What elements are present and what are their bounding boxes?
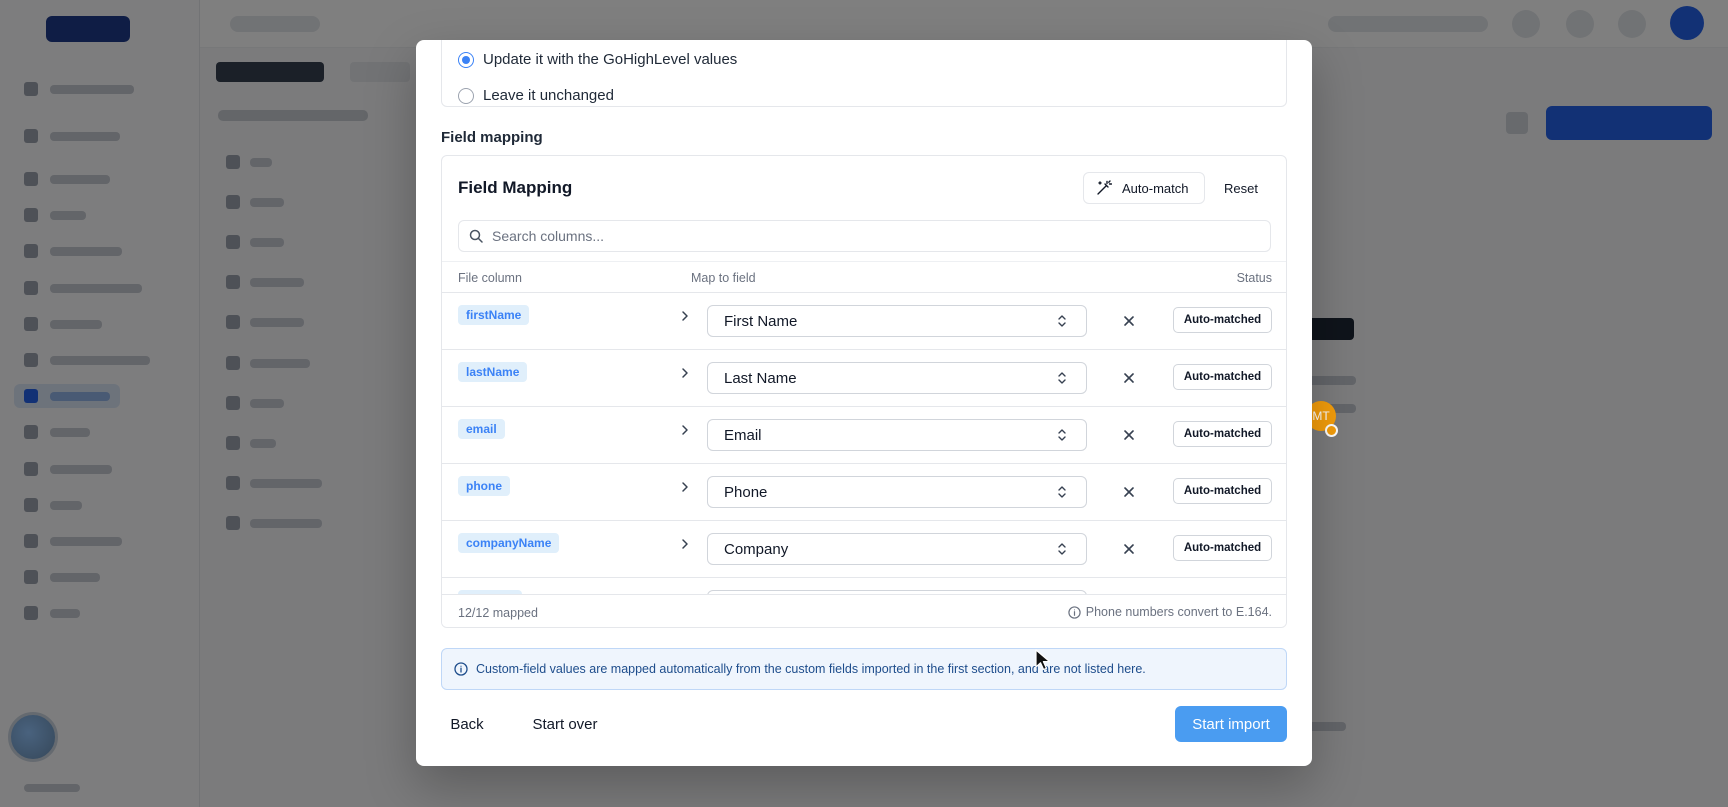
file-column-badge: phone — [458, 476, 510, 496]
table-row: email Email Auto-matched — [442, 407, 1286, 464]
info-icon — [1068, 605, 1081, 619]
field-mapping-title: Field Mapping — [458, 178, 573, 197]
chevron-right-icon — [682, 482, 688, 492]
chevrons-up-down-icon — [1058, 372, 1066, 384]
col-map-to-field: Map to field — [691, 271, 756, 285]
auto-match-button[interactable]: Auto-match — [1083, 172, 1205, 204]
field-select[interactable]: Phone — [707, 476, 1087, 508]
radio-update[interactable]: Update it with the GoHighLevel values — [458, 51, 737, 68]
chevrons-up-down-icon — [1058, 429, 1066, 441]
auto-match-label: Auto-match — [1122, 180, 1189, 196]
clear-mapping-icon[interactable] — [1122, 485, 1136, 499]
chevrons-up-down-icon — [1058, 315, 1066, 327]
field-select-value: Phone — [724, 483, 768, 501]
radio-leave[interactable]: Leave it unchanged — [458, 87, 614, 104]
mapping-table-body[interactable]: firstName First Name Auto-matched lastNa… — [442, 293, 1286, 594]
table-row: lastName Last Name Auto-matched — [442, 350, 1286, 407]
field-select-value: Last Name — [724, 369, 797, 387]
chevron-right-icon — [682, 425, 688, 435]
table-row: phone Phone Auto-matched — [442, 464, 1286, 521]
file-column-badge: firstName — [458, 305, 530, 325]
file-column-badge: email — [458, 419, 505, 439]
info-banner: Custom-field values are mapped automatic… — [441, 648, 1287, 690]
field-select-value: Company — [724, 540, 789, 558]
reset-button[interactable]: Reset — [1211, 172, 1271, 204]
field-mapping-card: Field Mapping Auto-match Reset File colu… — [441, 155, 1287, 628]
table-row — [442, 578, 1286, 594]
clear-mapping-icon[interactable] — [1122, 428, 1136, 442]
phone-note-text: Phone numbers convert to E.164. — [1085, 605, 1272, 619]
chevron-right-icon — [682, 368, 688, 378]
mapped-count: 12/12 mapped — [458, 606, 538, 620]
table-header: File column Map to field Status — [442, 261, 1286, 293]
section-label: Field mapping — [441, 129, 543, 146]
mouse-cursor-icon — [1035, 649, 1051, 671]
table-row: companyName Company Auto-matched — [442, 521, 1286, 578]
status-badge: Auto-matched — [1173, 307, 1272, 333]
radio-unchecked-icon[interactable] — [458, 87, 474, 104]
radio-leave-label: Leave it unchanged — [483, 87, 614, 104]
clear-mapping-icon[interactable] — [1122, 371, 1136, 385]
col-file-column: File column — [458, 271, 522, 285]
start-import-button[interactable]: Start import — [1175, 706, 1287, 742]
avatar-badge — [1325, 424, 1338, 437]
chevron-right-icon — [682, 539, 688, 549]
search-field[interactable] — [458, 220, 1271, 252]
chevrons-up-down-icon — [1058, 486, 1066, 498]
field-select[interactable]: Last Name — [707, 362, 1087, 394]
radio-checked-icon[interactable] — [458, 51, 474, 68]
col-status: Status — [1236, 271, 1272, 285]
status-badge: Auto-matched — [1173, 535, 1272, 561]
import-modal: Update it with the GoHighLevel values Le… — [416, 40, 1312, 766]
info-icon — [454, 662, 468, 676]
radio-update-label: Update it with the GoHighLevel values — [483, 51, 738, 68]
back-button[interactable]: Back — [441, 706, 493, 742]
clear-mapping-icon[interactable] — [1122, 314, 1136, 328]
status-badge: Auto-matched — [1173, 478, 1272, 504]
mapping-footer: 12/12 mapped Phone numbers convert to E.… — [442, 594, 1286, 627]
field-select-value: First Name — [724, 312, 798, 330]
field-select[interactable]: First Name — [707, 305, 1087, 337]
duplicate-options-box: Update it with the GoHighLevel values Le… — [441, 40, 1287, 107]
chevron-right-icon — [682, 311, 688, 321]
file-column-badge: lastName — [458, 362, 528, 382]
status-badge: Auto-matched — [1173, 421, 1272, 447]
file-column-badge: companyName — [458, 533, 560, 553]
status-badge: Auto-matched — [1173, 364, 1272, 390]
field-select[interactable]: Email — [707, 419, 1087, 451]
clear-mapping-icon[interactable] — [1122, 542, 1136, 556]
start-over-button[interactable]: Start over — [524, 706, 606, 742]
chevrons-up-down-icon — [1058, 543, 1066, 555]
field-select[interactable]: Company — [707, 533, 1087, 565]
search-icon — [469, 229, 483, 243]
magic-wand-icon — [1097, 180, 1112, 195]
table-row: firstName First Name Auto-matched — [442, 293, 1286, 350]
phone-note: Phone numbers convert to E.164. — [1068, 605, 1272, 619]
search-input[interactable] — [492, 228, 1252, 244]
field-select-value: Email — [724, 426, 762, 444]
